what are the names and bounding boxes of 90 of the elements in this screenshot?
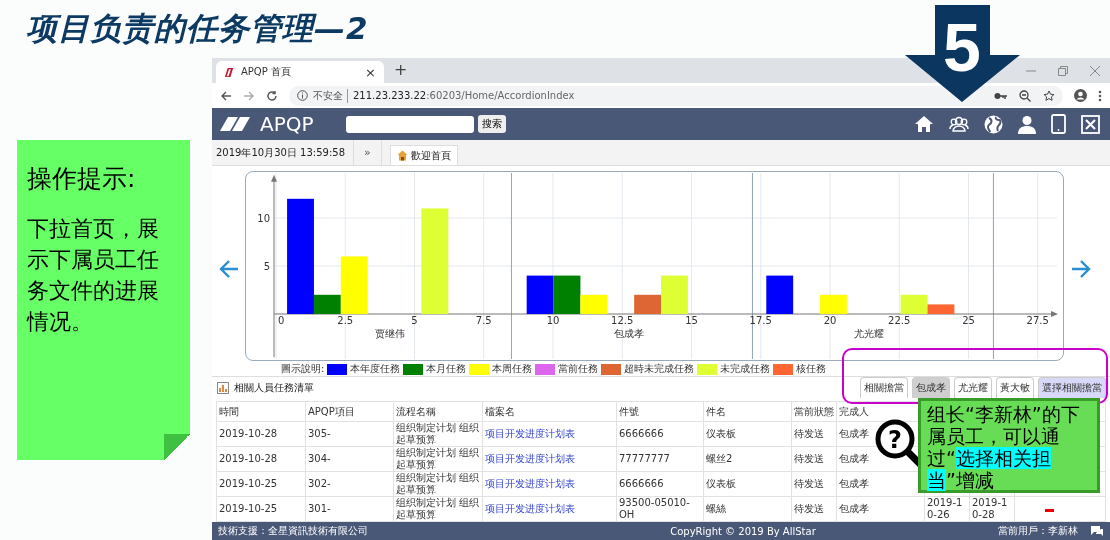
slide-title: 项目负责的任务管理—2 (25, 9, 369, 48)
legend-title: 圖示說明: (281, 362, 325, 376)
person-tab[interactable]: 選擇相關擔當 (1038, 377, 1106, 398)
person-tab[interactable]: 黃大敏 (996, 377, 1034, 398)
scale-label: 0 (278, 315, 285, 326)
table-cell: 组织制定计划 组织起草预算 (396, 447, 480, 470)
person-tab[interactable]: 尤光耀 (954, 377, 992, 398)
table-cell: 待发送 (794, 478, 824, 489)
table-cell: 2019-10-28 (972, 497, 1008, 520)
y-tick-label: 5 (263, 261, 270, 272)
datetime-label: 2019年10月30日 13:59:58 (212, 140, 354, 165)
scale-label: 12.5 (611, 315, 634, 326)
table-cell: 包成孝 (839, 428, 869, 439)
table-cell: 待发送 (794, 428, 824, 439)
scale-label: 10 (546, 315, 560, 326)
table-cell: 待发送 (794, 503, 824, 514)
table-cell: 2019-10-28 (219, 453, 278, 464)
table-cell: 301- (308, 503, 331, 514)
person-tab[interactable]: 相關擔當 (860, 377, 908, 398)
address-bar[interactable]: 不安全 211.23.233.22:60203/Home/AccordionIndex (289, 85, 1063, 106)
new-tab-button[interactable]: + (394, 60, 408, 79)
app-logo-text: APQP (260, 112, 314, 136)
table-cell: 2019-10-28 (219, 428, 278, 439)
table-cell: 包成孝 (839, 503, 869, 514)
tip-text: 下拉首页，展示下属员工任务文件的进展情况。 (27, 215, 160, 336)
tab-title: APQP 首頁 (241, 65, 292, 79)
category-label: 贾继伟 (374, 328, 405, 339)
table-cell: 93500-05010-OH (619, 497, 690, 520)
home-tab-label: 歡迎首頁 (410, 148, 451, 163)
category-label: 包成孝 (614, 328, 645, 339)
scale-label: 5 (411, 315, 418, 326)
tip-heading: 操作提示: (27, 163, 137, 195)
table-cell: 仪表板 (706, 478, 736, 489)
table-cell: 6666666 (619, 428, 664, 439)
callout-text: 组长“李新林”的下属员工，可以通过“选择相关担当”增减 (918, 398, 1100, 493)
table-cell: 组织制定计划 组织起草预算 (396, 497, 480, 520)
tab-close-button[interactable]: × (365, 64, 376, 80)
table-cell: 305- (308, 428, 331, 439)
security-label: 不安全 (313, 88, 348, 103)
table-cell: 2019-10-25 (219, 478, 278, 489)
scale-label: 25 (962, 315, 975, 326)
legend-label: 本年度任務 (350, 362, 401, 376)
legend-label: 本周任務 (492, 362, 533, 376)
column-header: 當前狀態 (794, 405, 834, 417)
table-cell: 组织制定计划 组织起草预算 (396, 472, 480, 495)
collapse-button[interactable]: » (354, 140, 382, 165)
support-text: 技術支援：全星資訊技術有限公司 (218, 524, 368, 538)
column-header: 時間 (219, 405, 239, 417)
table-cell: 302- (308, 478, 331, 489)
table-cell: 2019-10-25 (219, 503, 278, 514)
table-cell: 6666666 (619, 478, 664, 489)
person-tab[interactable]: 包成孝 (912, 377, 950, 398)
column-header: APQP項目 (308, 405, 355, 417)
category-label: 尤光耀 (853, 328, 884, 339)
scale-label: 27.5 (1026, 315, 1049, 326)
scale-label: 2.5 (337, 315, 354, 326)
table-cell: 仪表板 (706, 428, 736, 439)
table-cell: 螺絲 (706, 503, 726, 514)
column-header: 件名 (706, 405, 726, 417)
step-arrow: 5 (905, 5, 1020, 102)
table-cell: 304- (308, 453, 331, 464)
table-cell: 待发送 (794, 453, 824, 464)
table-cell: 包成孝 (839, 453, 869, 464)
column-header: 檔案名 (485, 405, 515, 417)
copyright-text: CopyRight © 2019 By AllStar (669, 525, 816, 537)
table-cell: 77777777 (619, 453, 670, 464)
url-text: 211.23.233.22:60203/Home/AccordionIndex (353, 90, 575, 101)
legend-label: 當前任務 (558, 362, 599, 376)
legend-label: 本月任務 (426, 362, 467, 376)
legend-label: 核任務 (796, 362, 827, 376)
table-cell: 包成孝 (839, 478, 869, 489)
scale-label: 15 (685, 315, 698, 326)
legend-label: 超時未完成任務 (624, 362, 695, 376)
column-header: 件號 (619, 405, 639, 417)
scale-label: 7.5 (475, 315, 492, 326)
scale-label: 22.5 (888, 315, 911, 326)
y-tick-label: 10 (257, 213, 270, 224)
column-header: 完成人 (839, 405, 869, 417)
table-cell: 螺丝2 (706, 453, 733, 464)
legend-label: 未完成任務 (720, 362, 771, 376)
scale-label: 17.5 (749, 315, 772, 326)
column-header: 流程名稱 (396, 405, 436, 417)
table-cell: 2019-10-26 (927, 497, 963, 520)
current-user-text: 當前用戶：李新林 (998, 524, 1078, 538)
search-button[interactable]: 搜索 (477, 115, 506, 133)
browser-tab[interactable]: APQP 首頁 × (216, 61, 384, 83)
list-title: 相關人員任務清單 (234, 380, 314, 395)
home-tab[interactable]: 歡迎首頁 (389, 145, 458, 165)
scale-label: 20 (823, 315, 837, 326)
table-cell: 组织制定计划 组织起草预算 (396, 422, 480, 445)
